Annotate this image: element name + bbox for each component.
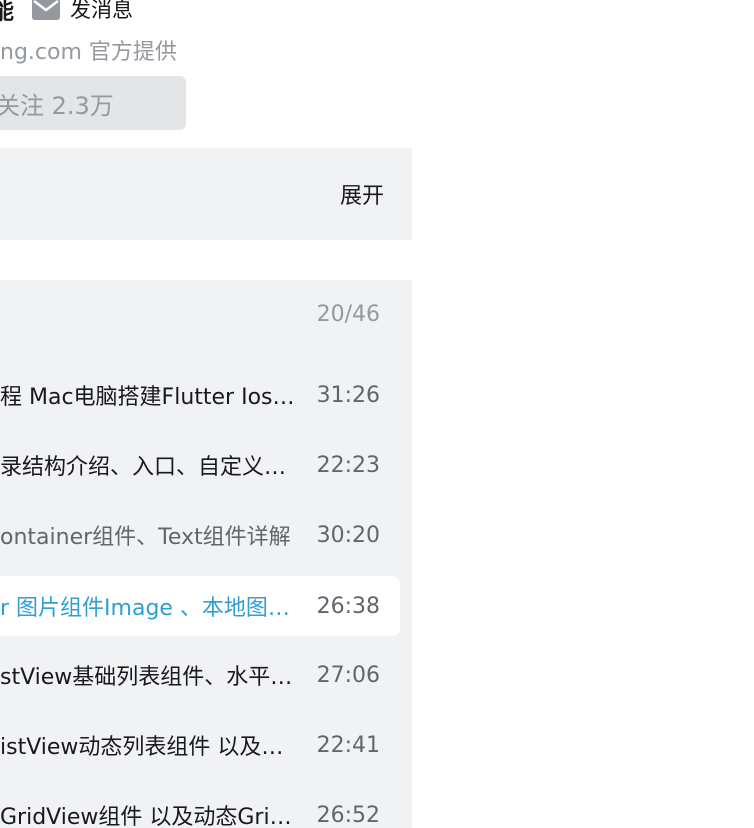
episode-item[interactable]: stView基础列表组件、水平… 27:06 [0, 645, 400, 705]
provider-text: ng.com 官方提供 [0, 40, 177, 65]
episode-title: 程 Mac电脑搭建Flutter Ios… [0, 385, 295, 410]
episode-item-active[interactable]: r 图片组件Image 、本地图… 26:38 [0, 576, 400, 636]
episode-counter: 20/46 [316, 302, 380, 327]
uploader-header: 能 发消息 [0, 0, 200, 26]
episode-duration: 27:06 [316, 662, 380, 688]
mail-icon [32, 0, 60, 20]
episode-title: ontainer组件、Text组件详解 [0, 525, 291, 550]
episode-title: istView动态列表组件 以及… [0, 735, 284, 760]
episode-item[interactable]: 录结构介绍、入口、自定义… 22:23 [0, 435, 400, 495]
episode-title: 录结构介绍、入口、自定义… [0, 455, 287, 480]
follow-button[interactable]: 关注 2.3万 [0, 76, 186, 130]
episode-title: stView基础列表组件、水平… [0, 665, 293, 690]
send-message-label: 发消息 [70, 0, 133, 22]
description-panel: 展开 [0, 148, 412, 240]
episode-title: r 图片组件Image 、本地图… [0, 596, 290, 621]
episode-duration: 31:26 [316, 382, 380, 408]
send-message-button[interactable]: 发消息 [32, 0, 133, 24]
uploader-name-fragment[interactable]: 能 [0, 0, 14, 26]
episode-duration: 22:41 [316, 732, 380, 758]
episode-title: GridView组件 以及动态Grid… [0, 805, 305, 828]
episode-duration: 26:52 [316, 802, 380, 828]
episode-item[interactable]: 程 Mac电脑搭建Flutter Ios… 31:26 [0, 365, 400, 425]
episode-item[interactable]: istView动态列表组件 以及… 22:41 [0, 715, 400, 775]
episode-item[interactable]: ontainer组件、Text组件详解 30:20 [0, 505, 400, 565]
episode-duration: 22:23 [316, 452, 380, 478]
episode-item[interactable]: GridView组件 以及动态Grid… 26:52 [0, 785, 400, 828]
episode-duration: 26:38 [316, 593, 380, 619]
episode-duration: 30:20 [316, 522, 380, 548]
episode-list-panel: 20/46 程 Mac电脑搭建Flutter Ios… 31:26 录结构介绍、… [0, 280, 412, 828]
expand-button[interactable]: 展开 [340, 178, 384, 210]
